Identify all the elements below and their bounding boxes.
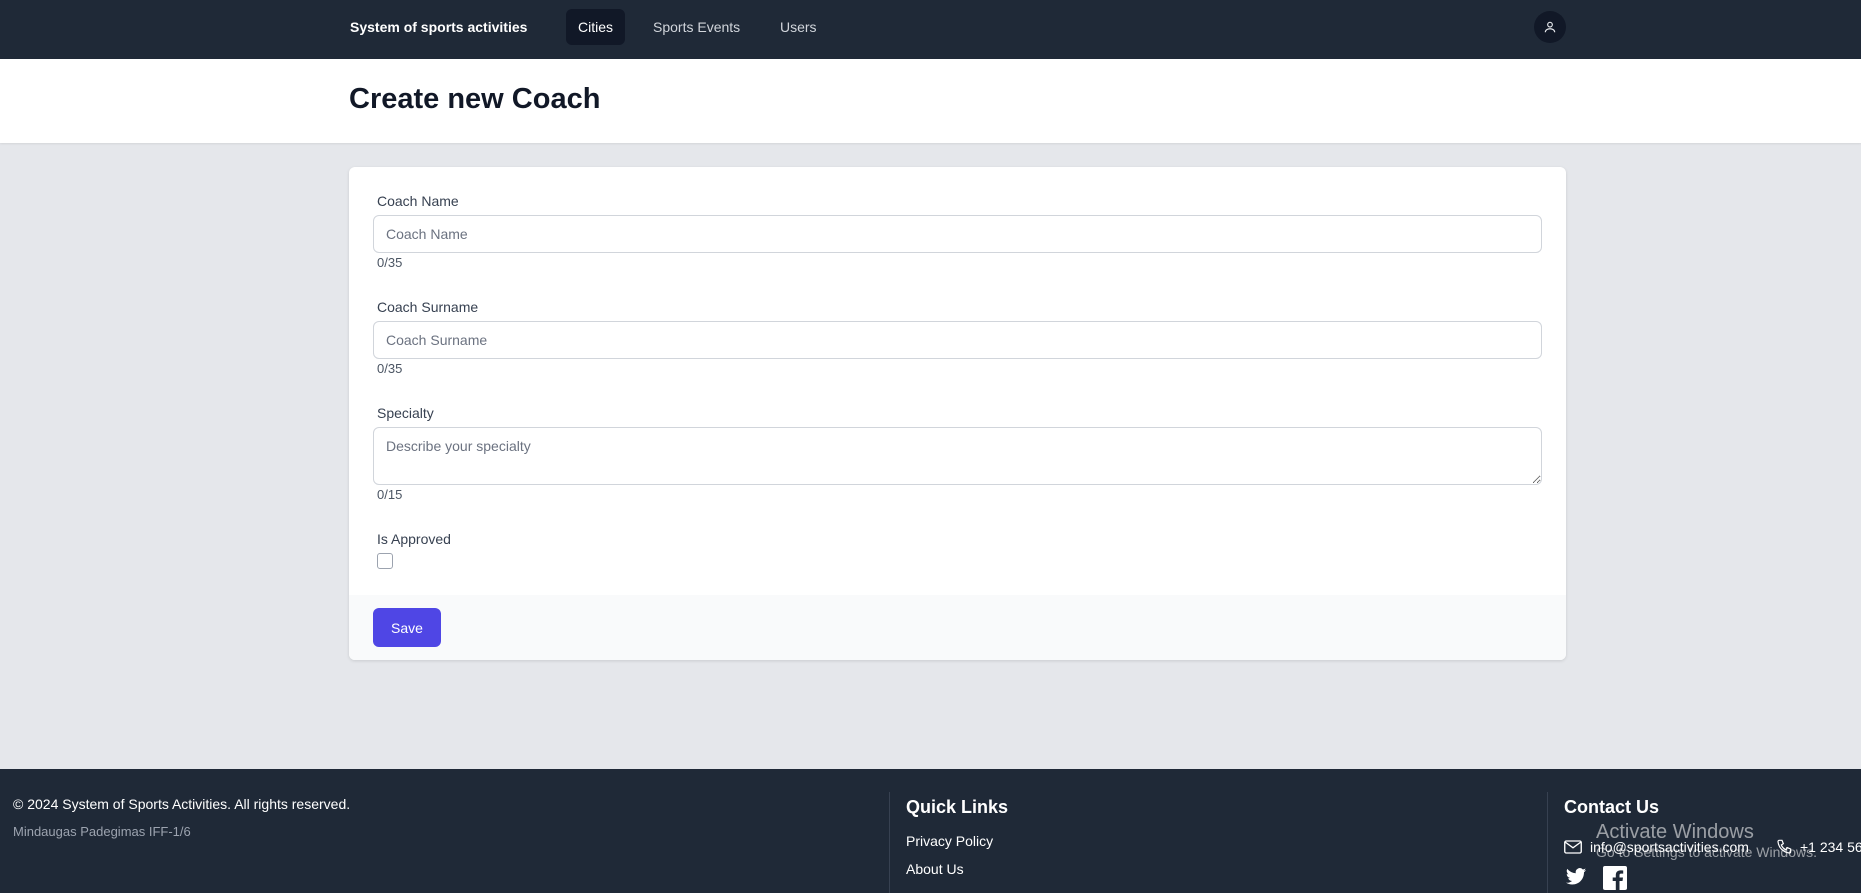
contact-phone[interactable]: +1 234 56 bbox=[1776, 839, 1861, 855]
copyright-text: © 2024 System of Sports Activities. All … bbox=[13, 796, 351, 812]
nav-link-users[interactable]: Users bbox=[768, 9, 829, 45]
specialty-counter: 0/15 bbox=[377, 487, 403, 502]
nav-link-cities[interactable]: Cities bbox=[566, 9, 626, 45]
is-approved-checkbox[interactable] bbox=[377, 553, 393, 569]
site-footer: © 2024 System of Sports Activities. All … bbox=[0, 769, 1861, 893]
user-menu-button[interactable] bbox=[1534, 11, 1566, 43]
form-actions: Save bbox=[349, 595, 1566, 660]
specialty-textarea[interactable] bbox=[373, 427, 1542, 485]
privacy-policy-link[interactable]: Privacy Policy bbox=[906, 833, 993, 849]
page-header: Create new Coach bbox=[0, 59, 1861, 143]
mail-icon bbox=[1564, 840, 1582, 854]
facebook-icon[interactable] bbox=[1603, 866, 1627, 890]
footer-divider bbox=[1547, 792, 1548, 893]
page-title: Create new Coach bbox=[349, 83, 601, 115]
coach-name-input[interactable] bbox=[373, 215, 1542, 253]
user-icon bbox=[1544, 21, 1556, 33]
contact-email-text: info@sportsactivities.com bbox=[1590, 839, 1749, 855]
coach-surname-counter: 0/35 bbox=[377, 361, 403, 376]
coach-name-counter: 0/35 bbox=[377, 255, 403, 270]
author-text: Mindaugas Padegimas IFF-1/6 bbox=[13, 824, 191, 839]
phone-icon bbox=[1777, 839, 1792, 854]
coach-form-card: Coach Name 0/35 Coach Surname 0/35 Speci… bbox=[349, 167, 1566, 660]
top-navbar: System of sports activities Cities Sport… bbox=[0, 0, 1861, 59]
contact-email[interactable]: info@sportsactivities.com bbox=[1564, 839, 1749, 855]
footer-divider bbox=[889, 792, 890, 893]
contact-us-heading: Contact Us bbox=[1564, 797, 1660, 817]
brand-title[interactable]: System of sports activities bbox=[350, 19, 527, 35]
specialty-label: Specialty bbox=[377, 405, 434, 421]
twitter-icon[interactable] bbox=[1564, 866, 1588, 888]
save-button[interactable]: Save bbox=[373, 608, 441, 647]
about-us-link[interactable]: About Us bbox=[906, 861, 964, 877]
coach-surname-label: Coach Surname bbox=[377, 299, 479, 315]
is-approved-label: Is Approved bbox=[377, 531, 451, 547]
coach-surname-input[interactable] bbox=[373, 321, 1542, 359]
contact-phone-text: +1 234 56 bbox=[1800, 839, 1861, 855]
nav-link-sports-events[interactable]: Sports Events bbox=[641, 9, 752, 45]
quick-links-heading: Quick Links bbox=[906, 797, 1009, 817]
coach-name-label: Coach Name bbox=[377, 193, 459, 209]
